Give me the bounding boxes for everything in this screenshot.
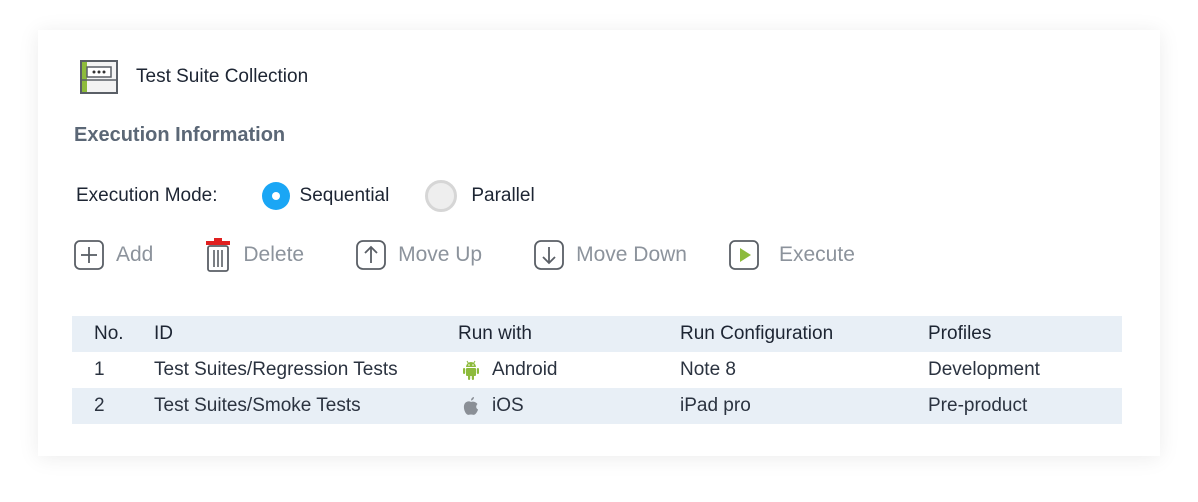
delete-button[interactable]: Delete bbox=[205, 238, 304, 272]
add-button[interactable]: Add bbox=[74, 240, 153, 270]
execution-mode-row: Execution Mode: Sequential Parallel bbox=[76, 180, 535, 212]
table-row[interactable]: 2 Test Suites/Smoke Tests iOS iPad pro P… bbox=[72, 388, 1122, 424]
table-row[interactable]: 1 Test Suites/Regression Tests Android N… bbox=[72, 352, 1122, 388]
play-icon bbox=[729, 240, 759, 270]
cell-run-configuration: iPad pro bbox=[680, 395, 751, 416]
cell-profile: Development bbox=[928, 359, 1040, 380]
section-title: Execution Information bbox=[74, 124, 286, 146]
radio-unselected-icon bbox=[425, 180, 458, 212]
cell-run-with[interactable]: iOS bbox=[458, 388, 680, 424]
execution-panel: Test Suite Collection Execution Informat… bbox=[38, 30, 1160, 456]
add-label: Add bbox=[116, 243, 154, 266]
plus-icon bbox=[74, 240, 104, 270]
radio-selected-icon bbox=[261, 182, 290, 210]
execution-mode-label: Execution Mode: bbox=[76, 185, 218, 206]
test-suite-collection-icon bbox=[80, 60, 118, 94]
android-icon bbox=[463, 360, 479, 380]
sequential-radio[interactable]: Sequential bbox=[261, 182, 390, 210]
run-with-label: Android bbox=[492, 359, 558, 380]
move-up-label: Move Up bbox=[398, 243, 483, 266]
toolbar: Add Delete Move Up Move Down Execute bbox=[74, 238, 855, 272]
cell-id: Test Suites/Smoke Tests bbox=[154, 395, 361, 416]
cell-no: 2 bbox=[94, 395, 105, 416]
move-down-button[interactable]: Move Down bbox=[534, 240, 687, 270]
column-header-profiles[interactable]: Profiles bbox=[928, 316, 1122, 352]
column-header-no[interactable]: No. bbox=[72, 316, 154, 352]
table-header-row: No. ID Run with Run Configuration Profil… bbox=[72, 316, 1122, 352]
move-up-button[interactable]: Move Up bbox=[356, 240, 482, 270]
delete-label: Delete bbox=[243, 243, 305, 266]
trash-icon bbox=[206, 238, 231, 272]
cell-id: Test Suites/Regression Tests bbox=[154, 359, 398, 380]
panel-header: Test Suite Collection bbox=[80, 60, 308, 94]
parallel-radio[interactable]: Parallel bbox=[425, 180, 535, 212]
run-with-label: iOS bbox=[492, 395, 524, 416]
execute-label: Execute bbox=[779, 243, 855, 266]
sequential-label: Sequential bbox=[299, 185, 390, 206]
cell-run-with[interactable]: Android bbox=[458, 352, 680, 388]
panel-title: Test Suite Collection bbox=[136, 66, 309, 87]
test-suite-table: No. ID Run with Run Configuration Profil… bbox=[72, 316, 1122, 424]
cell-profile: Pre-product bbox=[928, 395, 1028, 416]
arrow-down-icon bbox=[534, 240, 565, 270]
parallel-label: Parallel bbox=[471, 185, 535, 206]
arrow-up-icon bbox=[356, 240, 386, 270]
cell-run-configuration: Note 8 bbox=[680, 359, 736, 380]
column-header-run-with[interactable]: Run with bbox=[458, 316, 680, 352]
column-header-id[interactable]: ID bbox=[154, 316, 458, 352]
column-header-run-configuration[interactable]: Run Configuration bbox=[680, 316, 928, 352]
move-down-label: Move Down bbox=[576, 243, 687, 266]
apple-icon bbox=[463, 397, 478, 415]
execute-button[interactable]: Execute bbox=[729, 240, 855, 270]
cell-no: 1 bbox=[94, 359, 105, 380]
